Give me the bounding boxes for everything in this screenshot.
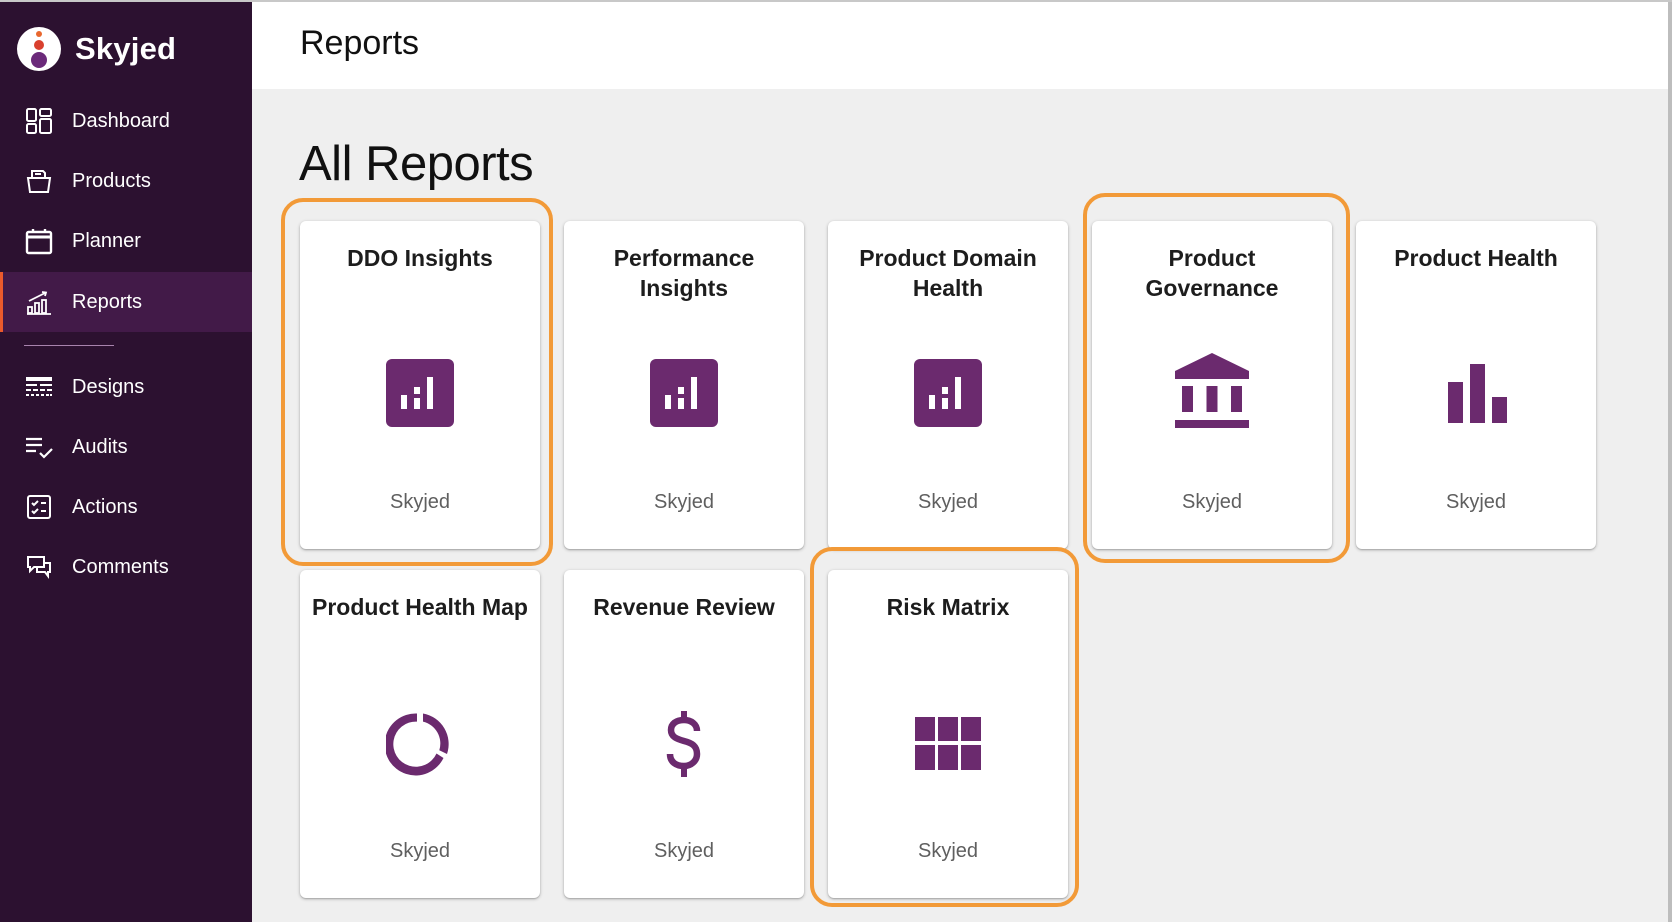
sidebar-item-label: Actions [72,495,138,518]
sidebar-item-comments[interactable]: Comments [0,537,252,597]
bar-chart-icon [1442,359,1510,427]
task-checklist-icon [24,492,54,522]
report-source: Skyjed [917,840,979,862]
report-title: Product Health [1394,245,1558,271]
report-card-product-health-map[interactable]: Product Health Map Skyjed [300,570,540,898]
report-card-risk-matrix[interactable]: Risk Matrix Skyjed [828,570,1068,898]
page-title: All Reports [299,137,534,191]
header-title: Reports [300,24,420,62]
bar-chart-box-icon [650,359,718,427]
sidebar-item-label: Designs [72,375,145,398]
report-card-product-governance[interactable]: Product Governance Skyjed [1092,221,1332,549]
sidebar-item-planner[interactable]: Planner [0,211,252,271]
bar-chart-box-icon [386,359,454,427]
report-card-revenue-review[interactable]: Revenue Review Skyjed [564,570,804,898]
sidebar-item-products[interactable]: Products [0,151,252,211]
report-source: Skyjed [917,491,979,513]
sidebar: Skyjed Dashboard Products Planner Report… [0,0,252,922]
report-title: Risk Matrix [886,594,1010,620]
donut-chart-icon [386,710,454,778]
report-source: Skyjed [389,491,451,513]
report-title: Product Governance [1145,245,1279,301]
sidebar-divider [24,345,114,346]
sidebar-item-designs[interactable]: Designs [0,357,252,417]
report-title: Revenue Review [593,594,775,620]
bar-chart-box-icon [914,359,982,427]
calendar-icon [24,226,54,256]
sidebar-item-audits[interactable]: Audits [0,417,252,477]
report-source: Skyjed [653,840,715,862]
report-title: Product Health Map [312,594,528,620]
sidebar-item-label: Reports [72,290,143,313]
report-source: Skyjed [1445,491,1507,513]
products-folder-icon [24,166,54,196]
sidebar-item-reports[interactable]: Reports [0,272,252,332]
report-title: Performance Insights [613,245,755,301]
report-card-product-domain-health[interactable]: Product Domain Health Skyjed [828,221,1068,549]
bank-building-icon [1174,353,1250,428]
comments-icon [24,552,54,582]
checklist-icon [24,432,54,462]
sidebar-item-label: Dashboard [72,109,170,132]
brand-logo[interactable]: Skyjed [17,27,176,71]
logo-icon [17,27,61,71]
trending-chart-icon [24,287,54,317]
sidebar-item-label: Comments [72,555,169,578]
report-source: Skyjed [389,840,451,862]
designs-grid-icon [24,372,54,402]
dollar-icon [650,710,718,778]
brand-name: Skyjed [75,31,177,66]
sidebar-item-actions[interactable]: Actions [0,477,252,537]
dashboard-icon [24,106,54,136]
report-source: Skyjed [653,491,715,513]
background-window-edge [1668,0,1672,922]
report-card-performance-insights[interactable]: Performance Insights Skyjed [564,221,804,549]
report-card-product-health[interactable]: Product Health Skyjed [1356,221,1596,549]
report-card-ddo-insights[interactable]: DDO Insights Skyjed [300,221,540,549]
sidebar-item-label: Planner [72,229,141,252]
window-top-border [0,0,1672,2]
report-title: Product Domain Health [859,245,1037,301]
sidebar-item-label: Products [72,169,151,192]
page-header: Reports [252,2,1668,89]
sidebar-item-dashboard[interactable]: Dashboard [0,91,252,151]
report-source: Skyjed [1181,491,1243,513]
grid-matrix-icon [914,710,982,778]
report-title: DDO Insights [347,245,493,271]
sidebar-item-label: Audits [72,435,128,458]
